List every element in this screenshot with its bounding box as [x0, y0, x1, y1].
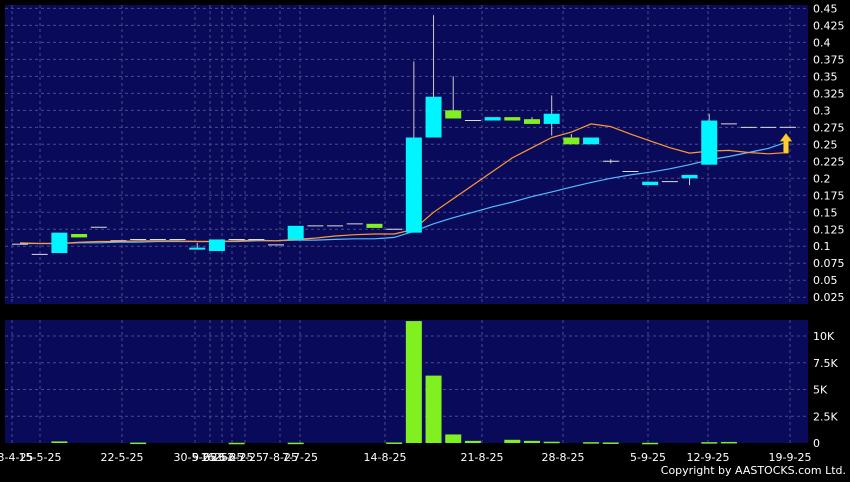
stock-chart: 0.45 0.425 0.4 0.375 0.35 0.325 0.3 0.275 0.25 0.… — [0, 0, 850, 478]
candle-body — [405, 137, 422, 233]
volume-bar — [543, 441, 560, 444]
price-tick-label: 0.375 — [813, 53, 845, 66]
price-tick-label: 0.225 — [813, 155, 845, 168]
candle-body — [583, 137, 600, 145]
candle-body — [287, 225, 304, 240]
candle-body — [445, 110, 462, 119]
volume-bar — [583, 442, 600, 444]
volume-bar — [602, 442, 619, 444]
x-tick-label: 2-7-25 — [227, 451, 263, 464]
price-tick-label: 0.075 — [813, 257, 845, 270]
volume-bar — [51, 441, 68, 443]
candle-body — [701, 120, 718, 165]
price-tick-label: 0.325 — [813, 87, 845, 100]
price-tick-label: 0.025 — [813, 291, 845, 304]
price-tick-label: 0.45 — [813, 2, 838, 15]
volume-bar — [228, 442, 245, 445]
price-tick-label: 0.425 — [813, 19, 845, 32]
volume-bar — [504, 439, 521, 443]
candle-body — [543, 113, 560, 124]
price-tick-label: 0.2 — [813, 172, 831, 185]
volume-bar — [642, 442, 659, 445]
volume-bar — [445, 434, 462, 443]
x-tick-label: 22-5-25 — [101, 451, 144, 464]
x-tick-label: 7-8-25 — [262, 451, 298, 464]
volume-bar — [405, 321, 422, 443]
candle-body — [51, 232, 68, 254]
x-tick-label: 19-9-25 — [769, 451, 812, 464]
volume-bar — [130, 442, 147, 445]
volume-bar — [425, 375, 442, 443]
price-tick-label: 0.4 — [813, 36, 831, 49]
candle-body — [642, 181, 659, 186]
x-tick-label: 28-8-25 — [542, 451, 585, 464]
candle-body — [681, 174, 698, 179]
volume-bar — [287, 442, 304, 445]
x-tick-label: 21-8-25 — [461, 451, 504, 464]
volume-tick-label: 10K — [813, 330, 835, 343]
x-tick-label: 14-8-25 — [364, 451, 407, 464]
candle-body — [524, 119, 540, 124]
copyright-text: Copyright by AASTOCKS.com Ltd. — [661, 464, 846, 477]
price-tick-label: 0.1 — [813, 240, 831, 253]
volume-bar — [464, 440, 481, 443]
volume-bar — [386, 442, 403, 444]
candle-body — [425, 96, 442, 138]
price-tick-label: 0.125 — [813, 223, 845, 236]
x-tick-label: 5-9-25 — [630, 451, 666, 464]
volume-bar — [524, 440, 540, 443]
price-tick-label: 0.25 — [813, 138, 838, 151]
volume-tick-label: 2.5K — [813, 410, 838, 423]
volume-tick-label: 0 — [813, 437, 820, 450]
volume-bar — [701, 442, 718, 444]
candle-body — [71, 234, 88, 238]
candle-body — [484, 117, 501, 121]
price-tick-label: 0.175 — [813, 189, 845, 202]
x-tick-label: 12-9-25 — [687, 451, 730, 464]
price-tick-label: 0.3 — [813, 104, 831, 117]
candle-body — [208, 239, 225, 251]
price-tick-label: 0.275 — [813, 121, 845, 134]
volume-bar — [720, 441, 737, 444]
candle-body — [366, 223, 383, 228]
volume-tick-label: 5K — [813, 384, 828, 397]
chart-svg: 0.45 0.425 0.4 0.375 0.35 0.325 0.3 0.275 0.25 0.… — [0, 0, 850, 478]
candle-body — [189, 247, 206, 250]
price-tick-label: 0.15 — [813, 206, 838, 219]
price-tick-label: 0.35 — [813, 70, 838, 83]
candle-body — [504, 117, 521, 121]
volume-tick-label: 7.5K — [813, 357, 838, 370]
price-tick-label: 0.05 — [813, 274, 838, 287]
x-tick-label: 15-5-25 — [19, 451, 62, 464]
candle-body — [563, 137, 580, 145]
